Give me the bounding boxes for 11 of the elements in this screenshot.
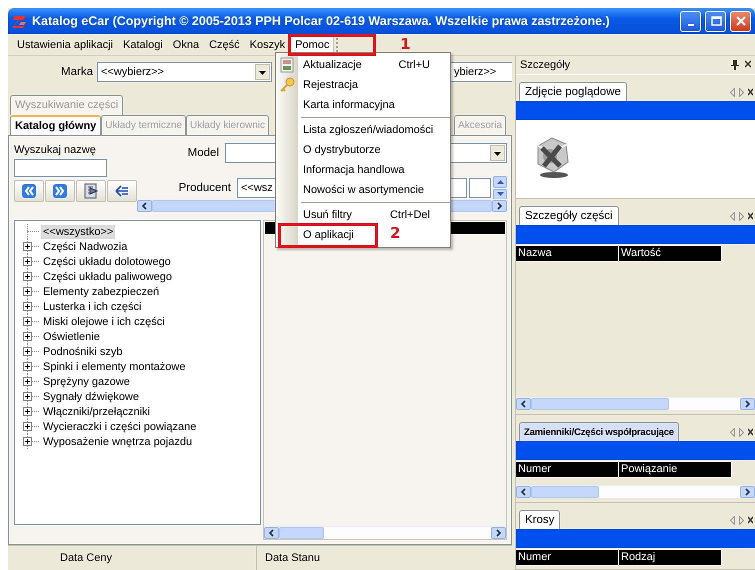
field-label: Wyszukaj nazwę [14, 144, 97, 156]
step-number: 1 [400, 34, 411, 52]
status-text: Data Stanu [264, 551, 322, 566]
status-text: Data Ceny [52, 546, 257, 570]
field-label: Producent [178, 182, 232, 194]
panel-title: Szczegóły [520, 59, 570, 71]
step-number: 2 [390, 224, 400, 242]
window-title: Katalog eCar (Copyright © 2005-2013 PPH Polcar 02-619 Warszawa. Wszelkie prawa zastrzeżone.) [32, 14, 611, 28]
field-label: Model [186, 147, 220, 159]
dropdown-value: <<wybierz>> [101, 66, 164, 78]
field-label: Marka [60, 66, 94, 78]
